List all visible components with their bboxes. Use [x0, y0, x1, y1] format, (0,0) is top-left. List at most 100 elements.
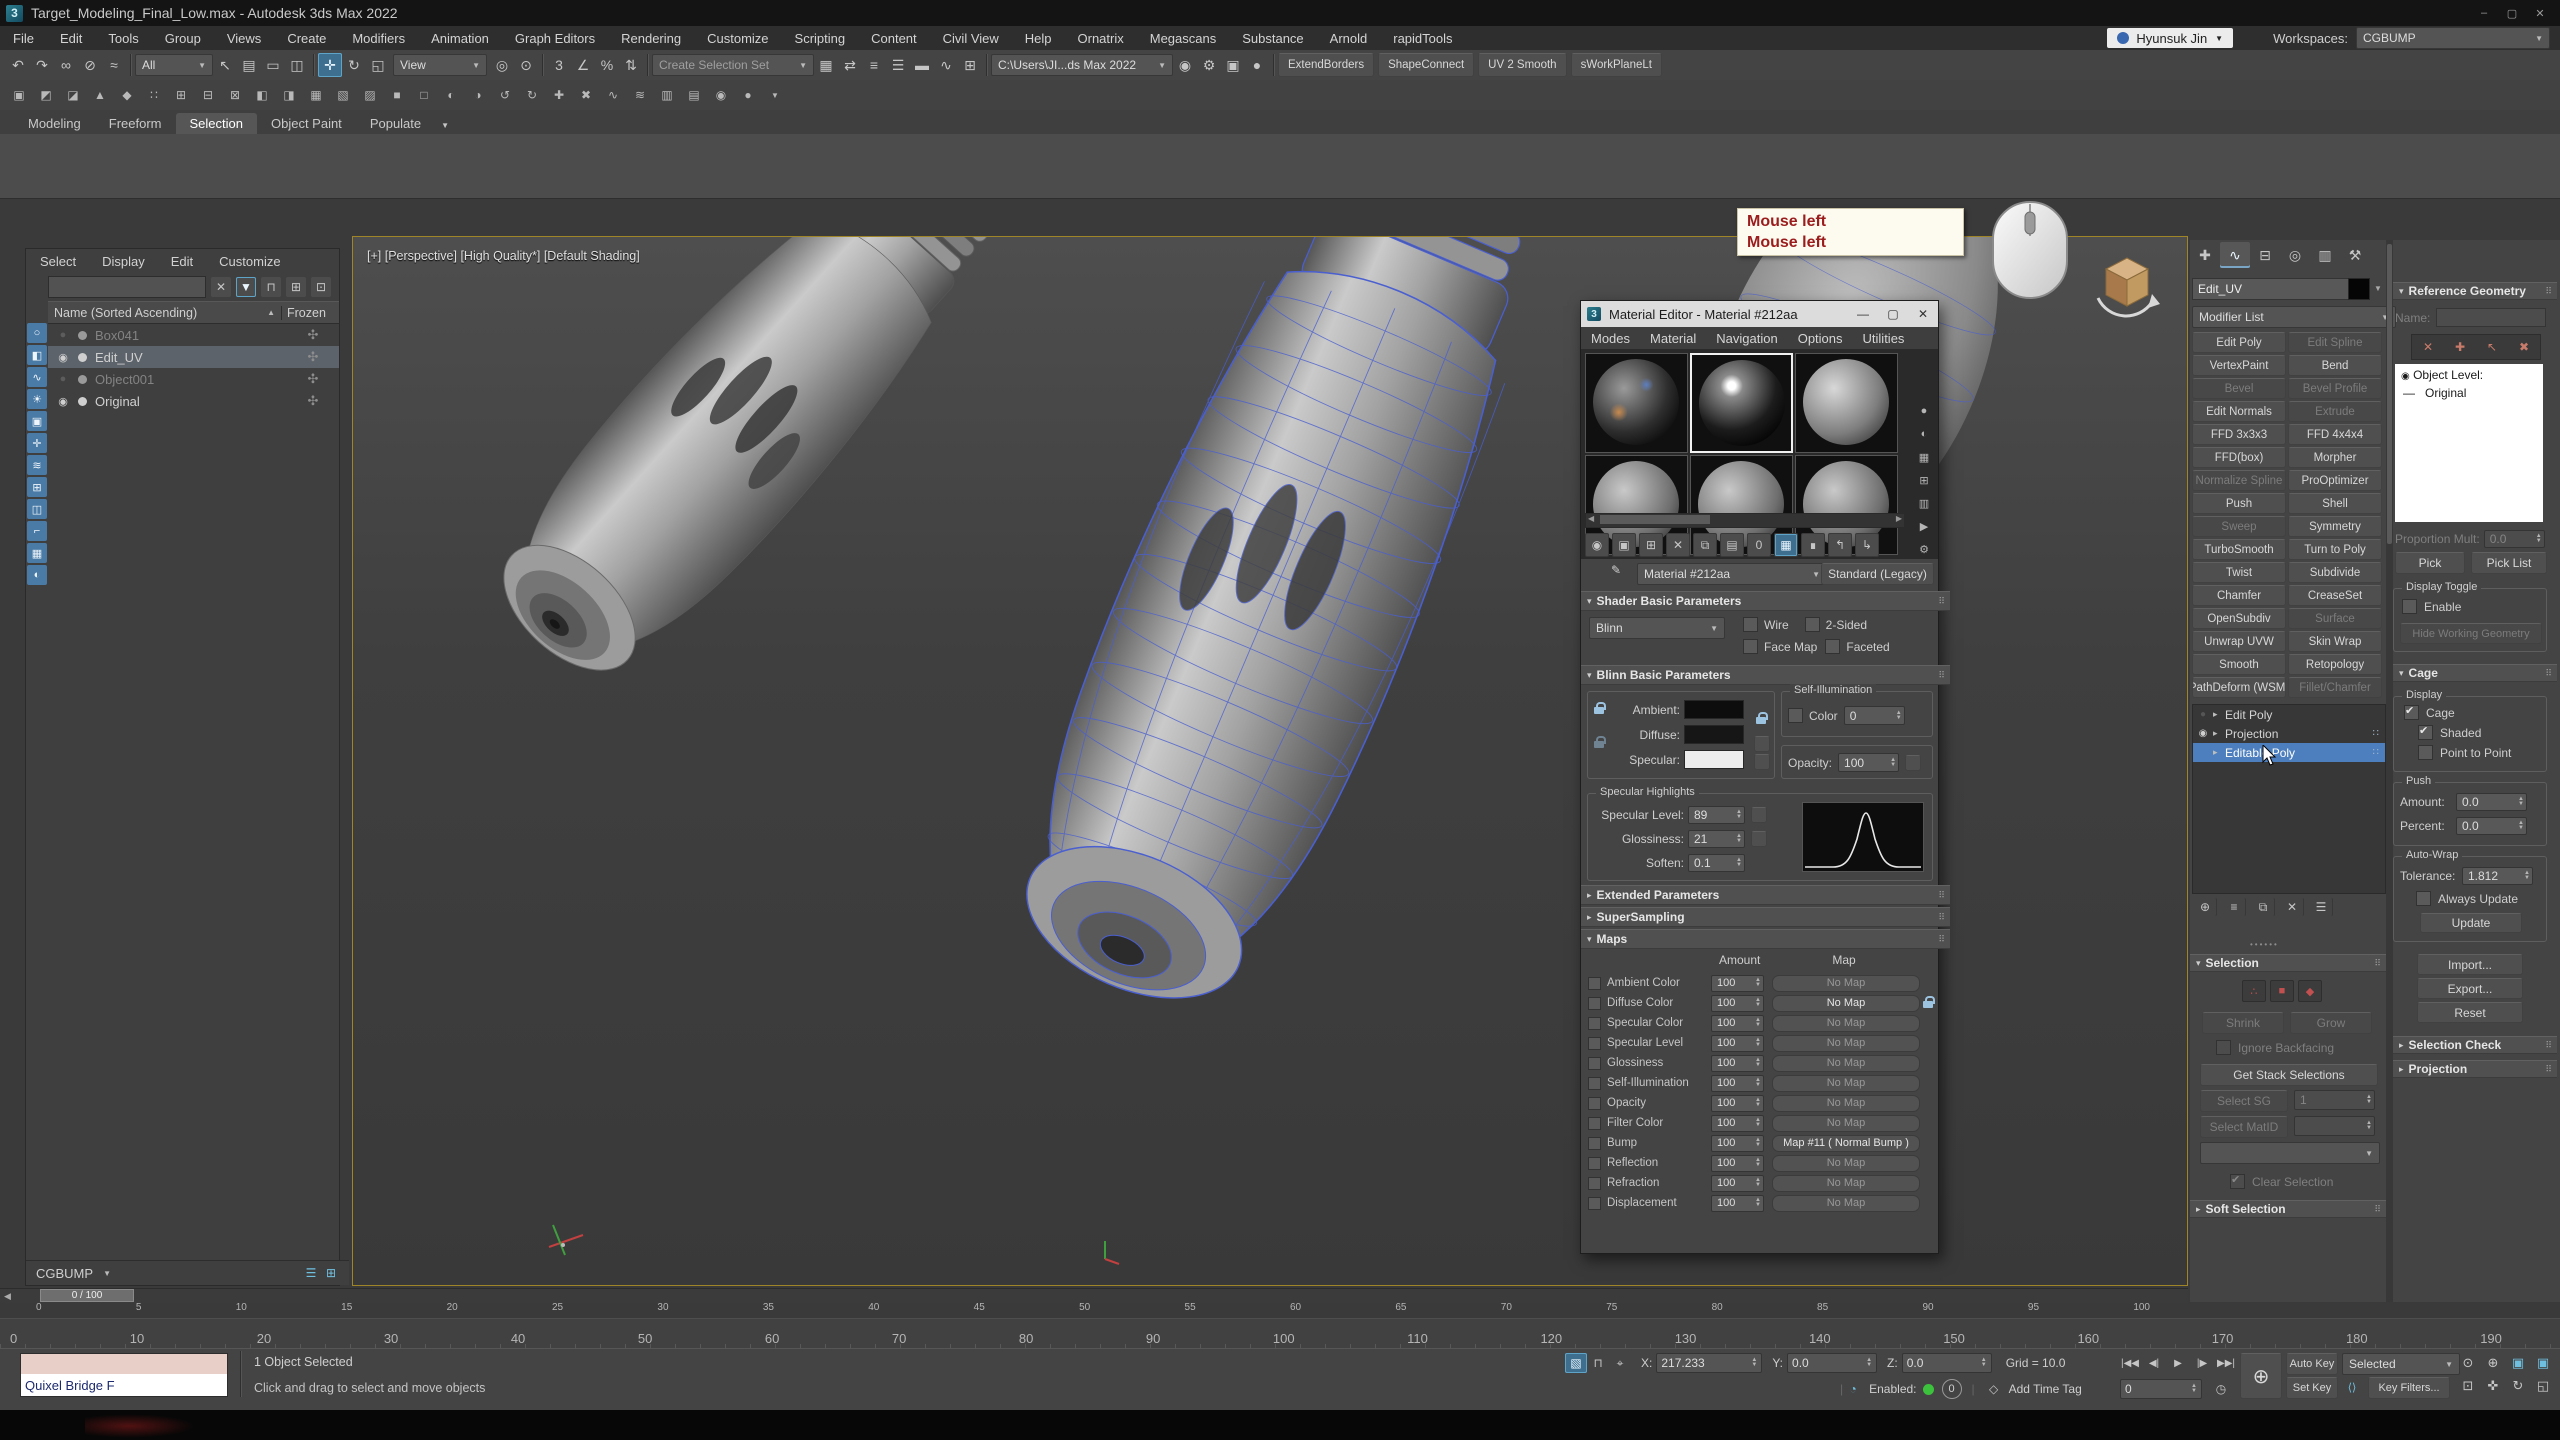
- map-button[interactable]: No Map: [1772, 1095, 1920, 1112]
- ribbon-tool-icon[interactable]: ◧: [251, 84, 273, 106]
- modify-tab-icon[interactable]: ∿: [2220, 242, 2250, 268]
- menu-item[interactable]: Megascans: [1137, 26, 1229, 50]
- material-sample-slot-selected[interactable]: [1690, 353, 1793, 453]
- sample-eyedropper-icon[interactable]: ✎: [1611, 563, 1629, 581]
- modifier-visibility-icon[interactable]: [2193, 728, 2213, 739]
- modifier-button[interactable]: ProOptimizer: [2288, 470, 2382, 491]
- map-button[interactable]: No Map: [1772, 1055, 1920, 1072]
- map-enable-checkbox[interactable]: [1588, 977, 1601, 990]
- soften-spinner[interactable]: 0.1▲▼: [1688, 854, 1745, 872]
- map-amount-spinner[interactable]: 100▲▼: [1711, 995, 1764, 1012]
- expand-arrow-icon[interactable]: ▸: [2213, 709, 2225, 720]
- me-menu-item[interactable]: Navigation: [1706, 331, 1787, 346]
- ribbon-tool-icon[interactable]: ✖: [575, 84, 597, 106]
- show-end-result-icon[interactable]: ∎: [1801, 533, 1825, 557]
- rollout-maps[interactable]: Maps⠿: [1581, 929, 1950, 949]
- frozen-toggle-icon[interactable]: [287, 393, 339, 409]
- rectangular-selection-region-icon[interactable]: ▭: [261, 53, 285, 77]
- ribbon-tool-icon[interactable]: ⊞: [170, 84, 192, 106]
- go-to-end-icon[interactable]: ▶▶|: [2214, 1353, 2238, 1373]
- Object001[interactable]: Object001: [48, 368, 339, 390]
- sg-spinner[interactable]: 1▲▼: [2294, 1090, 2375, 1110]
- project-path-combo[interactable]: C:\Users\JI...ds Max 2022▼: [991, 54, 1173, 76]
- filter-helpers-icon[interactable]: ✛: [27, 433, 47, 453]
- specular-map-shortcut[interactable]: [1754, 754, 1770, 770]
- push-percent-spinner[interactable]: 0.0▲▼: [2456, 817, 2527, 835]
- menu-item[interactable]: Create: [274, 26, 339, 50]
- x-coordinate-field[interactable]: 217.233▲▼: [1656, 1353, 1762, 1373]
- menu-item[interactable]: Content: [858, 26, 930, 50]
- modifier-button[interactable]: FFD(box): [2192, 447, 2286, 468]
- absolute-offset-icon[interactable]: ⌖: [1609, 1353, 1631, 1373]
- map-enable-checkbox[interactable]: [1588, 1177, 1601, 1190]
- explorer-search-input[interactable]: [48, 276, 206, 298]
- pick-list-button[interactable]: Pick List: [2471, 552, 2547, 574]
- rollout-reference-geometry[interactable]: Reference Geometry⠿: [2393, 282, 2557, 300]
- window-crossing-icon[interactable]: ◫: [285, 53, 309, 77]
- ribbon-tool-icon[interactable]: ✚: [548, 84, 570, 106]
- wire-checkbox[interactable]: [1743, 617, 1758, 632]
- menu-item[interactable]: Group: [152, 26, 214, 50]
- selfillum-color-checkbox[interactable]: [1788, 708, 1803, 723]
- modifier-button[interactable]: Unwrap UVW: [2192, 631, 2286, 652]
- ribbon-tool-icon[interactable]: ▧: [332, 84, 354, 106]
- diffuse-specular-lock-icon[interactable]: [1594, 736, 1606, 749]
- visibility-eye-icon[interactable]: [48, 329, 78, 341]
- get-stack-selections-button[interactable]: Get Stack Selections: [2200, 1064, 2378, 1086]
- explorer-menu-item[interactable]: Select: [40, 254, 76, 269]
- script-toolbar-button[interactable]: ShapeConnect: [1378, 53, 1474, 77]
- rollout-shader-basic[interactable]: Shader Basic Parameters⠿: [1581, 591, 1950, 611]
- proportion-mult-spinner[interactable]: 0.0▲▼: [2484, 530, 2545, 548]
- face-map-checkbox[interactable]: [1743, 639, 1758, 654]
- frozen-toggle-icon[interactable]: [287, 371, 339, 387]
- sample-scrollbar[interactable]: ◀ ▶: [1585, 513, 1905, 528]
- select-object-icon[interactable]: ↖: [213, 53, 237, 77]
- delete-reference-icon[interactable]: ✕: [2418, 337, 2438, 357]
- ribbon-tab[interactable]: Populate: [356, 113, 435, 134]
- modifier-button[interactable]: FFD 4x4x4: [2288, 424, 2382, 445]
- map-amount-spinner[interactable]: 100▲▼: [1711, 1135, 1764, 1152]
- menu-item[interactable]: Views: [214, 26, 274, 50]
- ribbon-minimize-icon[interactable]: ▼: [435, 116, 455, 134]
- zoom-region-icon[interactable]: ⊡: [2456, 1375, 2480, 1397]
- shrink-button[interactable]: Shrink: [2202, 1012, 2284, 1034]
- ribbon-tool-icon[interactable]: ▥: [656, 84, 678, 106]
- map-amount-spinner[interactable]: 100▲▼: [1711, 1095, 1764, 1112]
- menu-item[interactable]: Modifiers: [339, 26, 418, 50]
- snaps-toggle-icon[interactable]: 3: [547, 53, 571, 77]
- modifier-button[interactable]: Bevel Profile: [2288, 378, 2382, 399]
- select-by-name-icon[interactable]: ▤: [237, 53, 261, 77]
- menu-item[interactable]: rapidTools: [1380, 26, 1465, 50]
- ribbon-tool-icon[interactable]: ≋: [629, 84, 651, 106]
- utilities-tab-icon[interactable]: ⚒: [2340, 242, 2370, 268]
- reference-geometry-list[interactable]: ◉ Object Level: — Original: [2395, 364, 2543, 522]
- lock-explorer-icon[interactable]: ⊓: [261, 277, 281, 297]
- options-icon[interactable]: ⚙: [1914, 539, 1934, 559]
- modifier-button[interactable]: Shell: [2288, 493, 2382, 514]
- map-amount-spinner[interactable]: 100▲▼: [1711, 1195, 1764, 1212]
- modifier-button[interactable]: Normalize Spline: [2192, 470, 2286, 491]
- import-button[interactable]: Import...: [2417, 954, 2523, 975]
- schematic-view-icon[interactable]: ⊞: [958, 53, 982, 77]
- modifier-visibility-icon[interactable]: [2193, 709, 2213, 720]
- selection-set-key-combo[interactable]: Selected▼: [2342, 1353, 2460, 1375]
- slider-left-arrow[interactable]: ◀: [4, 1291, 11, 1302]
- map-button[interactable]: No Map: [1772, 1155, 1920, 1172]
- map-enable-checkbox[interactable]: [1588, 1197, 1601, 1210]
- modifier-button[interactable]: Edit Spline: [2288, 332, 2382, 353]
- map-button[interactable]: No Map: [1772, 1035, 1920, 1052]
- map-amount-spinner[interactable]: 100▲▼: [1711, 1155, 1764, 1172]
- modifier-button[interactable]: PathDeform (WSM): [2192, 677, 2286, 698]
- ribbon-tool-icon[interactable]: ⊠: [224, 84, 246, 106]
- menu-item[interactable]: Substance: [1229, 26, 1316, 50]
- panel-splitter[interactable]: ••••••: [2250, 940, 2279, 949]
- matid-spinner[interactable]: ▲▼: [2294, 1116, 2375, 1136]
- maps-lock-icon[interactable]: [1923, 996, 1935, 1009]
- go-forward-icon[interactable]: ↳: [1855, 533, 1879, 557]
- make-preview-icon[interactable]: ▶: [1914, 516, 1934, 536]
- map-enable-checkbox[interactable]: [1588, 1077, 1601, 1090]
- hierarchy-tab-icon[interactable]: ⊟: [2250, 242, 2280, 268]
- reference-coordinate-combo[interactable]: View▼: [393, 54, 487, 76]
- use-selection-center-icon[interactable]: ⊙: [514, 53, 538, 77]
- select-and-move-icon[interactable]: ✛: [318, 53, 342, 77]
